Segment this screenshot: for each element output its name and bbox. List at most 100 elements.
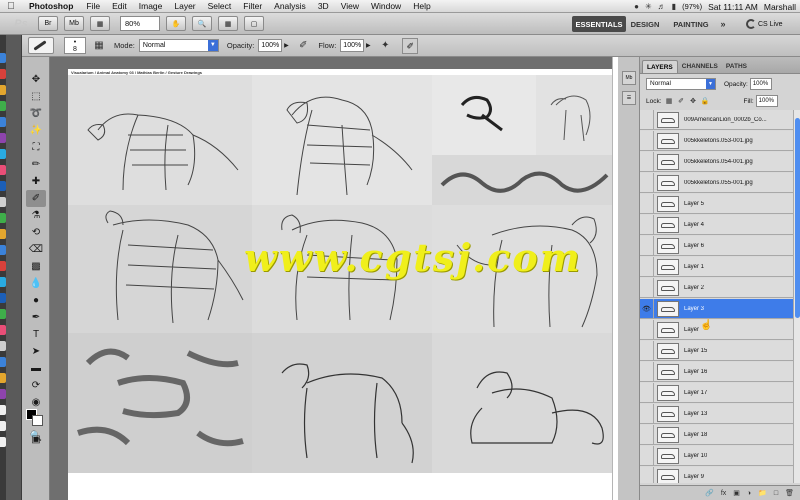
menu-edit[interactable]: Edit	[106, 1, 133, 11]
group-icon[interactable]: 📁	[758, 489, 767, 497]
marquee-tool-icon[interactable]: ⬚	[26, 88, 46, 105]
layer-visibility-toggle[interactable]	[640, 235, 654, 256]
layer-row[interactable]: Layer 13	[640, 403, 793, 424]
workspace-essentials[interactable]: ESSENTIALS	[572, 16, 626, 32]
launch-bridge-button[interactable]: Br	[38, 16, 58, 31]
battery-icon[interactable]: ▮	[672, 2, 676, 11]
layer-blend-mode-select[interactable]: Normal ▼	[646, 78, 716, 90]
document-canvas[interactable]: Visualarium / Animal Anatomy 03 / Mathia…	[68, 69, 618, 500]
canvas-area[interactable]: Visualarium / Animal Anatomy 03 / Mathia…	[50, 57, 618, 500]
trash-icon[interactable]: 🗑	[785, 489, 794, 497]
background-color-swatch[interactable]	[32, 415, 43, 426]
layer-row[interactable]: Layer 15	[640, 340, 793, 361]
brush-size-picker[interactable]: • 8	[64, 37, 86, 54]
quick-select-tool-icon[interactable]: ✨	[26, 122, 46, 139]
path-selection-tool-icon[interactable]: ➤	[26, 343, 46, 360]
lock-pixels-icon[interactable]: ✐	[677, 97, 686, 106]
layer-row[interactable]: Layer 4	[640, 214, 793, 235]
menu-analysis[interactable]: Analysis	[268, 1, 312, 11]
layer-visibility-toggle[interactable]	[640, 424, 654, 445]
mask-icon[interactable]: ▣	[733, 489, 740, 497]
layer-row[interactable]: 009AmericanLion_0002b_Co...	[640, 110, 793, 130]
layer-row[interactable]: Layer 2	[640, 277, 793, 298]
volume-icon[interactable]: ♬	[658, 2, 666, 11]
layer-visibility-toggle[interactable]	[640, 130, 654, 151]
layer-opacity-input[interactable]: 100%	[749, 78, 772, 90]
layer-visibility-toggle[interactable]	[640, 340, 654, 361]
layer-visibility-toggle[interactable]	[640, 193, 654, 214]
crop-tool-icon[interactable]: ⛶	[26, 139, 46, 156]
new-layer-icon[interactable]: □	[774, 490, 778, 497]
tab-paths[interactable]: PATHS	[722, 60, 751, 73]
layer-row[interactable]: Layer	[640, 319, 793, 340]
eye-icon[interactable]: 👁	[640, 298, 654, 319]
lasso-tool-icon[interactable]: ➰	[26, 105, 46, 122]
history-brush-tool-icon[interactable]: ⟲	[26, 224, 46, 241]
cs-live-button[interactable]: CS Live	[746, 16, 794, 32]
launch-mini-bridge-button[interactable]: Mb	[64, 16, 84, 31]
layer-row[interactable]: 005kkeletons.055-001.jpg	[640, 172, 793, 193]
workspace-design[interactable]: DESIGN	[630, 16, 660, 32]
history-panel-icon[interactable]: ☰	[622, 91, 636, 105]
quick-mask-icon[interactable]: ▣	[26, 431, 46, 448]
pressure-opacity-icon[interactable]: ✐	[296, 39, 310, 53]
link-icon[interactable]: 🔗	[705, 489, 714, 497]
clone-stamp-tool-icon[interactable]: ⚗	[26, 207, 46, 224]
tool-preset-picker[interactable]	[28, 37, 54, 54]
bluetooth-icon[interactable]: ✳	[645, 2, 652, 11]
menu-help[interactable]: Help	[407, 1, 436, 11]
layer-visibility-toggle[interactable]	[640, 361, 654, 382]
layer-row[interactable]: 005kkeletons.054-001.jpg	[640, 151, 793, 172]
view-extras-button[interactable]: ▦	[90, 16, 110, 31]
opacity-input[interactable]: 100%	[258, 39, 283, 52]
arrange-documents-button[interactable]: ▦	[218, 16, 238, 31]
menu-select[interactable]: Select	[202, 1, 238, 11]
layer-visibility-toggle[interactable]	[640, 382, 654, 403]
tab-layers[interactable]: LAYERS	[642, 60, 678, 73]
layers-scrollbar[interactable]	[793, 110, 800, 483]
menu-image[interactable]: Image	[133, 1, 169, 11]
menubar-clock[interactable]: Sat 11:11 AM	[708, 2, 758, 12]
menu-app-name[interactable]: Photoshop	[22, 1, 80, 11]
adjustment-icon[interactable]: ◑	[747, 490, 751, 497]
brush-tool-icon[interactable]: ✐	[26, 190, 46, 207]
zoom-level-field[interactable]: 80%	[120, 16, 160, 31]
zoom-tool-button[interactable]: 🔍	[192, 16, 212, 31]
menu-filter[interactable]: Filter	[237, 1, 268, 11]
eyedropper-tool-icon[interactable]: ✏	[26, 156, 46, 173]
fx-icon[interactable]: fx	[721, 490, 726, 497]
layer-visibility-toggle[interactable]	[640, 110, 654, 130]
eraser-tool-icon[interactable]: ⌫	[26, 241, 46, 258]
layer-visibility-toggle[interactable]	[640, 256, 654, 277]
layer-row[interactable]: Layer 9	[640, 466, 793, 483]
opacity-slider-arrow[interactable]: ▶	[282, 42, 290, 49]
shape-tool-icon[interactable]: ▬	[26, 360, 46, 377]
menu-layer[interactable]: Layer	[168, 1, 201, 11]
layer-visibility-toggle[interactable]	[640, 319, 654, 340]
blur-tool-icon[interactable]: 💧	[26, 275, 46, 292]
lock-position-icon[interactable]: ✥	[689, 97, 698, 106]
layer-row[interactable]: Layer 16	[640, 361, 793, 382]
layer-row[interactable]: Layer 6	[640, 235, 793, 256]
layer-visibility-toggle[interactable]	[640, 445, 654, 466]
flow-slider-arrow[interactable]: ▶	[364, 42, 372, 49]
layer-visibility-toggle[interactable]	[640, 151, 654, 172]
menu-file[interactable]: File	[80, 1, 106, 11]
workspace-more-button[interactable]: »	[718, 16, 728, 32]
layer-list[interactable]: 009AmericanLion_0002b_Co... 005kkeletons…	[640, 110, 793, 483]
menu-3d[interactable]: 3D	[312, 1, 335, 11]
layer-visibility-toggle[interactable]	[640, 466, 654, 483]
3d-rotate-tool-icon[interactable]: ⟳	[26, 377, 46, 394]
gradient-tool-icon[interactable]: ▩	[26, 258, 46, 275]
move-tool-icon[interactable]: ✥	[26, 71, 46, 88]
brush-panel-toggle-icon[interactable]: ▦	[92, 39, 106, 53]
layers-scrollbar-thumb[interactable]	[795, 118, 800, 318]
fill-input[interactable]: 100%	[755, 95, 778, 107]
menubar-user[interactable]: Marshall	[764, 2, 796, 12]
lock-transparency-icon[interactable]: ▦	[665, 97, 674, 106]
wifi-icon[interactable]: ●	[634, 2, 639, 11]
layer-row[interactable]: Layer 17	[640, 382, 793, 403]
flow-input[interactable]: 100%	[340, 39, 365, 52]
layer-row[interactable]: 005kkeletons.053-001.jpg	[640, 130, 793, 151]
layer-row[interactable]: Layer 10	[640, 445, 793, 466]
